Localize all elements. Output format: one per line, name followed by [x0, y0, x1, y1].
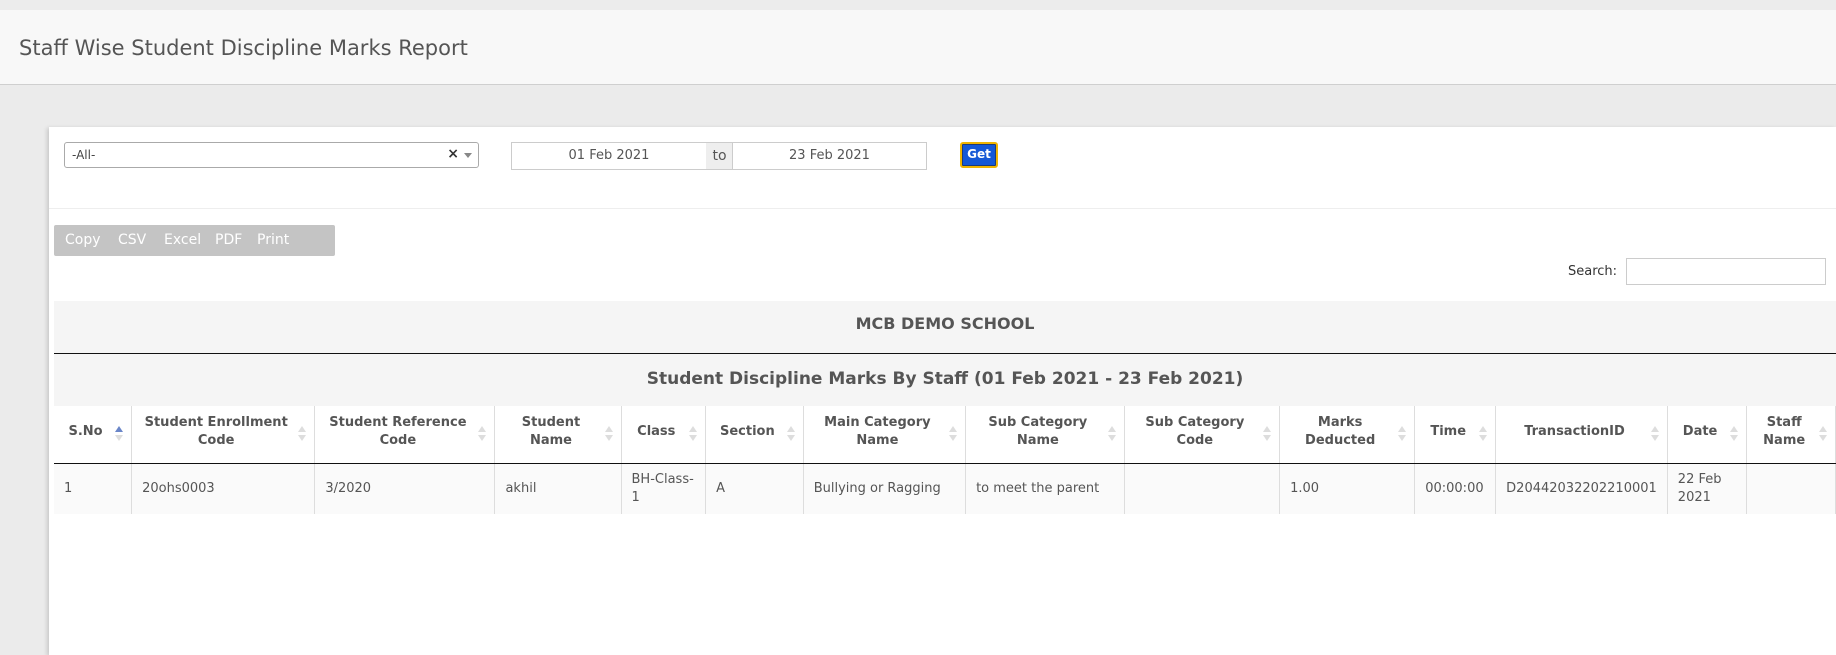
table-cell: D20442032202210001 [1495, 463, 1668, 514]
column-header-class[interactable]: Class [621, 406, 707, 464]
page-title: Staff Wise Student Discipline Marks Repo… [19, 36, 468, 60]
table-cell: akhil [494, 463, 622, 514]
column-header-label: Section [720, 424, 775, 440]
column-header-label: Student Name [521, 415, 581, 449]
get-button[interactable]: Get [960, 142, 998, 168]
sort-icon[interactable] [1650, 426, 1661, 446]
column-header-label: Sub Category Name [988, 415, 1088, 449]
column-header-marks-deducted[interactable]: Marks Deducted [1279, 406, 1416, 464]
table-row: 1 20ohs0003 3/2020 akhil BH-Class-1 A Bu… [54, 463, 1836, 514]
table-cell [1746, 463, 1836, 514]
column-header-label: Student Enrollment Code [144, 415, 288, 449]
column-header-label: Student Reference Code [329, 415, 467, 449]
sort-icon[interactable] [478, 426, 488, 446]
column-header-reference-code[interactable]: Student Reference Code [314, 406, 496, 464]
column-header-label: Main Category Name [824, 415, 931, 449]
excel-button[interactable]: Excel [164, 225, 201, 256]
column-header-label: Sub Category Code [1145, 415, 1245, 449]
column-header-sno[interactable]: S.No [54, 406, 133, 464]
column-header-label: Class [637, 424, 676, 440]
sort-icon[interactable] [115, 426, 125, 446]
table-cell: to meet the parent [965, 463, 1125, 514]
table-cell: A [705, 463, 804, 514]
page-header: Staff Wise Student Discipline Marks Repo… [0, 10, 1836, 85]
report-title: Student Discipline Marks By Staff (01 Fe… [54, 354, 1836, 407]
search-label: Search: [1568, 264, 1618, 279]
print-button[interactable]: Print [257, 225, 289, 256]
sort-icon[interactable] [1479, 426, 1489, 446]
search-input[interactable] [1626, 258, 1826, 285]
sort-icon[interactable] [604, 426, 615, 446]
copy-button[interactable]: Copy [65, 225, 101, 256]
column-header-label: Time [1430, 424, 1467, 440]
column-header-main-category[interactable]: Main Category Name [803, 406, 967, 464]
sort-icon[interactable] [689, 426, 699, 446]
table-cell: 3/2020 [314, 463, 496, 514]
column-header-label: Date [1682, 424, 1718, 440]
column-header-staff-name[interactable]: Staff Name [1746, 406, 1836, 464]
sort-icon[interactable] [1398, 426, 1408, 446]
column-header-date[interactable]: Date [1667, 406, 1748, 464]
sort-icon[interactable] [786, 426, 797, 446]
sort-icon[interactable] [1819, 426, 1829, 446]
column-header-student-name[interactable]: Student Name [494, 406, 622, 464]
column-header-transaction-id[interactable]: TransactionID [1495, 406, 1668, 464]
table-cell: 1 [54, 463, 133, 514]
table-cell [1124, 463, 1281, 514]
staff-select-value: -All- [72, 148, 96, 162]
column-header-label: TransactionID [1524, 424, 1625, 440]
top-strip [0, 0, 1836, 10]
column-header-sub-category-name[interactable]: Sub Category Name [965, 406, 1125, 464]
date-separator: to [706, 142, 733, 170]
column-header-enrollment-code[interactable]: Student Enrollment Code [131, 406, 316, 464]
date-from-input[interactable]: 01 Feb 2021 [511, 142, 707, 170]
sort-icon[interactable] [1263, 426, 1273, 446]
table-cell: Bullying or Ragging [803, 463, 967, 514]
table-cell: 22 Feb 2021 [1667, 463, 1748, 514]
report-card: -All- × 01 Feb 2021 to 23 Feb 2021 Get C… [49, 127, 1836, 655]
table-cell: BH-Class-1 [621, 463, 707, 514]
table-cell: 20ohs0003 [131, 463, 316, 514]
divider [49, 208, 1836, 209]
clear-icon[interactable]: × [447, 146, 459, 162]
column-header-label: Staff Name [1763, 415, 1806, 449]
column-header-label: Marks Deducted [1305, 415, 1376, 449]
chevron-down-icon[interactable] [464, 153, 472, 158]
date-to-input[interactable]: 23 Feb 2021 [732, 142, 927, 170]
sort-icon[interactable] [298, 426, 308, 446]
pdf-button[interactable]: PDF [215, 225, 242, 256]
column-header-label: S.No [68, 424, 103, 440]
staff-select[interactable]: -All- × [64, 142, 479, 168]
export-button-group: Copy CSV Excel PDF Print [54, 225, 335, 256]
report-table: S.No Student Enrollment Code Student Ref… [54, 406, 1836, 514]
sort-icon[interactable] [1107, 426, 1118, 446]
csv-button[interactable]: CSV [118, 225, 146, 256]
column-header-section[interactable]: Section [705, 406, 804, 464]
school-name: MCB DEMO SCHOOL [54, 301, 1836, 354]
table-header-row: S.No Student Enrollment Code Student Ref… [54, 406, 1836, 464]
table-cell: 00:00:00 [1414, 463, 1497, 514]
sort-icon[interactable] [1730, 426, 1740, 446]
column-header-time[interactable]: Time [1414, 406, 1497, 464]
column-header-sub-category-code[interactable]: Sub Category Code [1124, 406, 1281, 464]
sort-icon[interactable] [949, 426, 959, 446]
table-cell: 1.00 [1279, 463, 1416, 514]
